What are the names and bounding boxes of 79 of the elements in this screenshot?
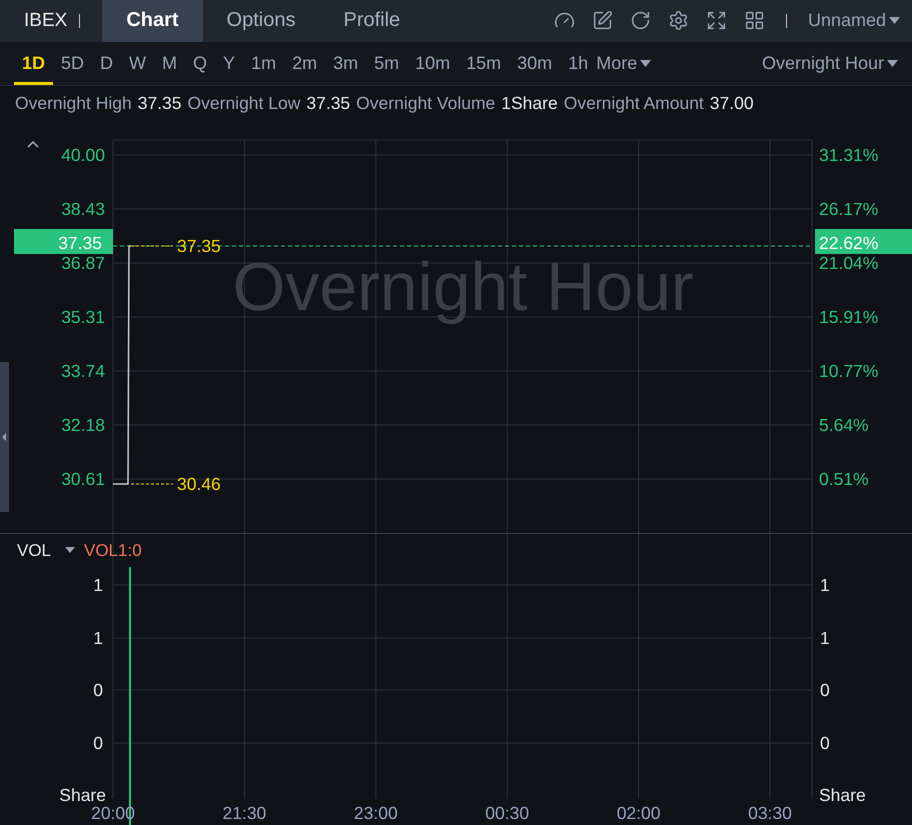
nav-tab[interactable]: Chart xyxy=(102,0,203,42)
period-tab[interactable]: 1m xyxy=(243,42,284,86)
volume-axis-label: 0 xyxy=(93,680,103,700)
percent-axis-label: 10.77% xyxy=(819,361,878,382)
time-axis-label: 02:00 xyxy=(616,803,660,824)
volume-axis-label: 1 xyxy=(93,628,103,648)
caret-icon[interactable] xyxy=(65,547,75,554)
side-panel-handle[interactable] xyxy=(0,362,9,512)
caret-icon xyxy=(887,60,898,67)
edit-icon[interactable] xyxy=(592,10,613,32)
price-axis-label: 30.61 xyxy=(61,469,105,490)
period-tab[interactable]: D xyxy=(92,42,122,86)
percent-axis-label: 31.31% xyxy=(819,145,878,166)
refresh-icon[interactable] xyxy=(630,10,651,32)
price-axis-label: 38.43 xyxy=(61,199,105,220)
more-menu[interactable]: More xyxy=(596,42,664,86)
volume-axis-label: 1 xyxy=(820,628,830,648)
indicator-reading: VOL1:0 xyxy=(84,541,142,560)
stat-value: 1Share xyxy=(501,92,558,114)
period-tab[interactable]: M xyxy=(154,42,186,86)
indicator-name[interactable]: VOL xyxy=(17,541,52,560)
leader-line xyxy=(130,246,174,247)
volume-axis-label: 1 xyxy=(820,575,830,596)
stat-label: Overnight Low xyxy=(188,92,300,114)
period-tab[interactable]: 1h xyxy=(560,42,596,86)
current-price-label: 37.35 xyxy=(58,233,102,254)
stat-label: Overnight Volume xyxy=(356,92,496,114)
volume-axis-label: 0 xyxy=(93,733,103,754)
period-tab[interactable]: 15m xyxy=(458,42,510,86)
nav-tab[interactable]: Options xyxy=(202,0,320,42)
volume-unit-label: Share xyxy=(59,785,106,806)
period-tab[interactable]: 1D xyxy=(14,42,54,86)
period-tab[interactable]: 5D xyxy=(53,42,92,86)
stat-value: 37.35 xyxy=(138,92,182,114)
price-axis-label: 35.31 xyxy=(61,307,105,328)
period-tab[interactable]: W xyxy=(121,42,154,86)
period-tab[interactable]: 10m xyxy=(407,42,458,86)
session-menu[interactable]: Overnight Hour xyxy=(762,42,912,86)
leader-line xyxy=(130,484,174,485)
stat-label: Overnight Amount xyxy=(564,92,704,114)
volume-unit-label: Share xyxy=(819,785,866,806)
volume-axis-label: 0 xyxy=(820,680,830,700)
volume-axis-label: 0 xyxy=(820,733,830,754)
caret-icon xyxy=(640,60,652,67)
percent-axis-label: 21.04% xyxy=(819,253,878,274)
price-axis-label: 40.00 xyxy=(61,145,105,166)
symbol-label: IBEX xyxy=(23,10,68,32)
price-axis-label: 33.74 xyxy=(61,361,105,382)
stat-label: Overnight High xyxy=(15,92,132,114)
percent-axis-label: 5.64% xyxy=(819,415,869,436)
caret-icon xyxy=(889,17,900,24)
settings-icon[interactable] xyxy=(668,10,689,32)
period-tab[interactable]: Y xyxy=(215,42,244,86)
current-change-label: 22.62% xyxy=(819,233,878,254)
nav-tab[interactable]: Profile xyxy=(319,0,424,42)
price-annotation: 30.46 xyxy=(177,474,221,494)
fullscreen-icon[interactable] xyxy=(706,10,727,32)
period-tab[interactable]: 3m xyxy=(325,42,366,86)
layout-grid-icon[interactable] xyxy=(744,10,765,32)
time-axis-label: 03:30 xyxy=(748,803,792,824)
time-axis-label: 21:30 xyxy=(222,803,266,824)
volume-axis-label: 1 xyxy=(93,575,103,596)
percent-axis-label: 15.91% xyxy=(819,307,878,328)
collapse-icon[interactable] xyxy=(27,140,39,148)
time-axis-label: 23:00 xyxy=(354,803,398,824)
collapse-left-icon[interactable] xyxy=(2,433,6,442)
period-tab[interactable]: 2m xyxy=(284,42,326,86)
period-tab[interactable]: 5m xyxy=(366,42,408,86)
period-tab[interactable]: Q xyxy=(185,42,216,86)
period-tab[interactable]: 30m xyxy=(509,42,560,86)
percent-axis-label: 0.51% xyxy=(819,469,869,490)
stat-value: 37.35 xyxy=(306,92,350,114)
layout-menu[interactable]: Unnamed xyxy=(808,10,912,32)
stat-value: 37.00 xyxy=(710,92,754,114)
percent-axis-label: 26.17% xyxy=(819,199,878,220)
price-annotation: 37.35 xyxy=(177,236,221,256)
price-axis-label: 32.18 xyxy=(61,415,105,436)
price-axis-label: 36.87 xyxy=(61,253,105,274)
time-axis-label: 00:30 xyxy=(485,803,530,824)
